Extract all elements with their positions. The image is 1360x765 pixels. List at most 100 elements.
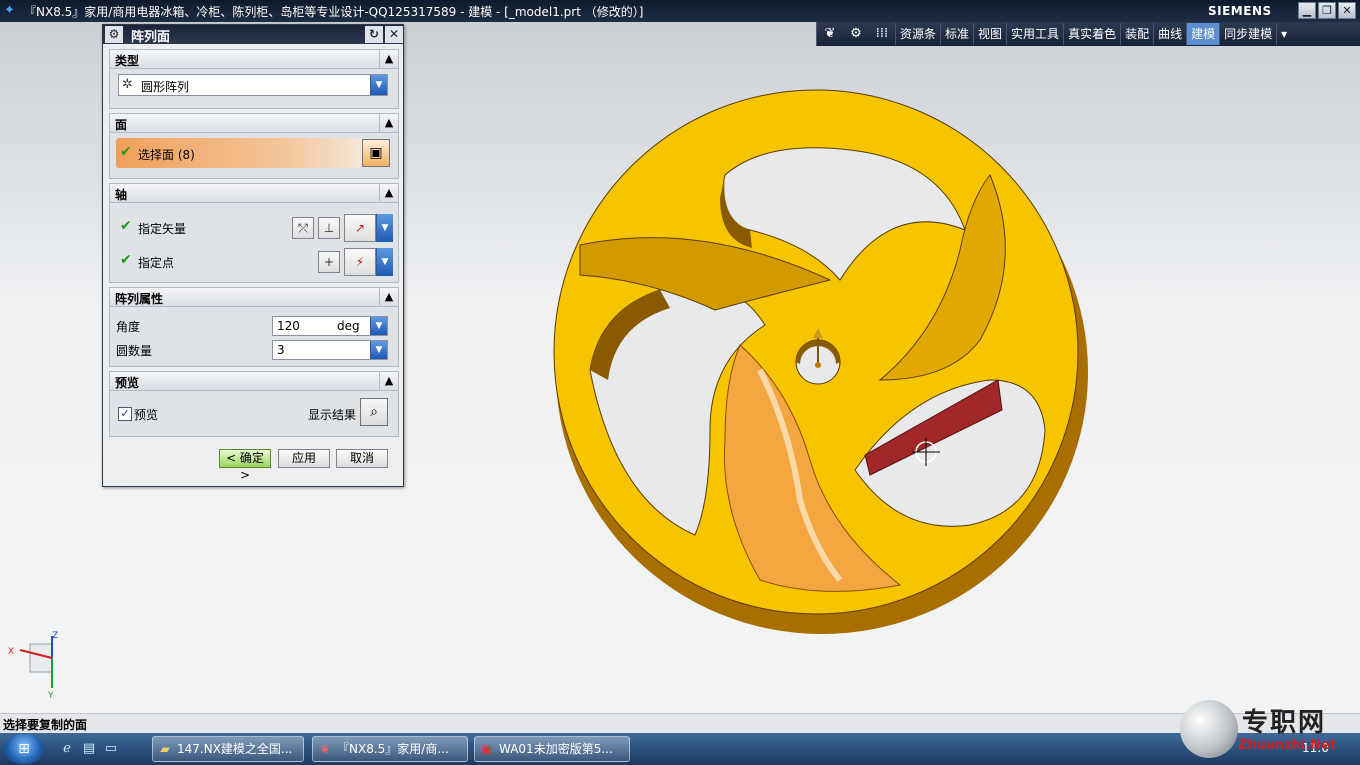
cancel-button[interactable]: 取消	[336, 449, 388, 468]
count-label: 圆数量	[116, 344, 153, 358]
taskbar-task-folder[interactable]: ▰ 147.NX建模之全国...	[152, 736, 304, 762]
grid-icon[interactable]: ⁞⁞⁞	[871, 23, 893, 45]
dialog-close-icon[interactable]: ✕	[385, 26, 403, 43]
siemens-logo: SIEMENS	[1208, 4, 1272, 18]
count-field[interactable]: 3 ▼	[272, 340, 388, 360]
task-label: WA01未加密版第5...	[499, 742, 613, 756]
section-type-label: 类型	[115, 54, 140, 68]
dropdown-arrow-icon[interactable]: ▼	[370, 75, 387, 95]
graphics-viewport[interactable]	[520, 80, 1120, 660]
status-prompt: 选择要复制的面	[3, 718, 88, 732]
task-label: 『NX8.5』家用/商...	[337, 742, 449, 756]
section-axis-header[interactable]: 轴 ▲	[110, 184, 398, 203]
toolbar-sync-modeling[interactable]: 同步建模	[1219, 23, 1276, 45]
checkmark-icon: ✔	[120, 144, 132, 160]
angle-unit: deg	[337, 319, 360, 333]
dialog-header: ⚙ 阵列面 ↻ ✕	[103, 25, 403, 45]
inferred-point-icon[interactable]: ⚡	[344, 248, 376, 276]
watermark-url: Zhuanzhi.Net	[1238, 738, 1337, 753]
vector-dialog-icon[interactable]: ⊥	[318, 217, 340, 239]
toolbar-standard[interactable]: 标准	[940, 23, 973, 45]
section-type: 类型 ▲ ✲ 圆形阵列 ▼	[109, 49, 399, 109]
angle-value: 120	[277, 319, 300, 333]
section-axis-label: 轴	[115, 188, 128, 202]
collapse-chevron-icon[interactable]: ▲	[379, 114, 398, 132]
section-face: 面 ▲ ✔ 选择面 (8) ▣	[109, 113, 399, 179]
reset-icon[interactable]: ↻	[365, 26, 383, 43]
circular-pattern-icon: ✲	[122, 77, 133, 92]
toolbar-true-shading[interactable]: 真实着色	[1063, 23, 1120, 45]
toolbar-utilities[interactable]: 实用工具	[1006, 23, 1063, 45]
point-dialog-icon[interactable]: +	[318, 251, 340, 273]
magnifier-icon[interactable]: ⌕	[360, 398, 388, 426]
section-preview-header[interactable]: 预览 ▲	[110, 372, 398, 391]
preview-checkbox-label: 预览	[134, 408, 159, 422]
select-face-label: 选择面 (8)	[138, 148, 195, 162]
ie-icon[interactable]: ℯ	[58, 741, 76, 757]
apply-button[interactable]: 应用	[278, 449, 330, 468]
settings-gear-icon[interactable]: ⚙	[845, 23, 867, 45]
specify-point-label: 指定点	[138, 256, 175, 270]
specify-vector-label: 指定矢量	[138, 222, 187, 236]
section-preview: 预览 ▲ ✓ 预览 显示结果 ⌕	[109, 371, 399, 437]
type-dropdown-value: 圆形阵列	[141, 80, 190, 94]
show-result-label: 显示结果	[308, 408, 357, 422]
type-dropdown[interactable]: ✲ 圆形阵列 ▼	[118, 74, 388, 96]
dialog-settings-gear-icon[interactable]: ⚙	[105, 26, 123, 43]
title-bar: ✦ 『NX8.5』家用/商用电器冰箱、冷柜、陈列柜、岛柜等专业设计-QQ1253…	[0, 0, 1360, 22]
point-dropdown-arrow-icon[interactable]: ▼	[376, 248, 393, 276]
section-props-label: 阵列属性	[115, 292, 164, 306]
section-props-header[interactable]: 阵列属性 ▲	[110, 288, 398, 307]
collapse-chevron-icon[interactable]: ▲	[379, 288, 398, 306]
ok-button[interactable]: < 确定 >	[219, 449, 271, 482]
toolbar-curve[interactable]: 曲线	[1153, 23, 1186, 45]
preview-checkbox[interactable]: ✓	[118, 407, 132, 421]
collapse-chevron-icon[interactable]: ▲	[379, 184, 398, 202]
collapse-chevron-icon[interactable]: ▲	[379, 50, 398, 68]
status-bar: 选择要复制的面	[0, 713, 1360, 733]
section-face-header[interactable]: 面 ▲	[110, 114, 398, 133]
windows-taskbar: ⊞ ℯ ▤ ▭ ▰ 147.NX建模之全国... ❦ 『NX8.5』家用/商..…	[0, 733, 1360, 765]
section-pattern-properties: 阵列属性 ▲ 角度 120 deg ▼ 圆数量 3 ▼	[109, 287, 399, 367]
nx-app-icon[interactable]: ✦	[4, 3, 20, 19]
nx-menu-icon[interactable]: ❦	[819, 23, 841, 45]
section-face-label: 面	[115, 118, 128, 132]
taskbar-task-nx[interactable]: ❦ 『NX8.5』家用/商...	[312, 736, 468, 762]
toolbar-overflow-icon[interactable]: ▾	[1276, 23, 1291, 45]
folder-icon: ▰	[160, 742, 170, 756]
watermark-text: 专职网	[1242, 708, 1327, 738]
pdf-icon: ▣	[481, 742, 493, 756]
dialog-title: 阵列面	[131, 30, 171, 45]
collapse-chevron-icon[interactable]: ▲	[379, 372, 398, 390]
reverse-direction-icon[interactable]: ⤱	[292, 217, 314, 239]
toolbar-modeling[interactable]: 建模	[1186, 23, 1220, 45]
toolbar-resource-bar[interactable]: 资源条	[895, 23, 940, 45]
toolbar-view[interactable]: 视图	[973, 23, 1006, 45]
face-select-cube-icon[interactable]: ▣	[362, 139, 390, 167]
count-menu-arrow-icon[interactable]: ▼	[370, 341, 387, 359]
section-axis: 轴 ▲ ✔ 指定矢量 ⤱ ⊥ ↗ ▼ ✔ 指定点 + ⚡ ▼	[109, 183, 399, 283]
start-button-icon[interactable]: ⊞	[4, 734, 44, 764]
minimize-button[interactable]: ▁	[1298, 2, 1316, 19]
angle-menu-arrow-icon[interactable]: ▼	[370, 317, 387, 335]
vector-dropdown-arrow-icon[interactable]: ▼	[376, 214, 393, 242]
close-window-button[interactable]: ✕	[1338, 2, 1356, 19]
ribbon-toolbar: ❦ ⚙ ⁞⁞⁞ 资源条 标准 视图 实用工具 真实着色 装配 曲线 建模 同步建…	[816, 22, 1360, 46]
triad-x-label: X	[8, 647, 14, 657]
inferred-vector-icon[interactable]: ↗	[344, 214, 376, 242]
select-face-row[interactable]: ✔ 选择面 (8)	[116, 138, 362, 168]
watermark-logo: 专职网 Zhuanzhi.Net	[1180, 700, 1360, 760]
section-type-header[interactable]: 类型 ▲	[110, 50, 398, 69]
restore-button[interactable]: ❐	[1318, 2, 1336, 19]
count-value: 3	[277, 343, 285, 357]
explorer-icon[interactable]: ▤	[80, 741, 98, 757]
angle-field[interactable]: 120 deg ▼	[272, 316, 388, 336]
window-title: 『NX8.5』家用/商用电器冰箱、冷柜、陈列柜、岛柜等专业设计-QQ125317…	[24, 5, 644, 19]
soccer-ball-icon	[1180, 700, 1238, 758]
toolbar-assembly[interactable]: 装配	[1120, 23, 1153, 45]
taskbar-task-pdf[interactable]: ▣ WA01未加密版第5...	[474, 736, 630, 762]
show-desktop-icon[interactable]: ▭	[102, 741, 120, 757]
axis-point-marker	[815, 362, 821, 368]
triad-z-label: Z	[52, 631, 58, 641]
section-preview-label: 预览	[115, 376, 140, 390]
